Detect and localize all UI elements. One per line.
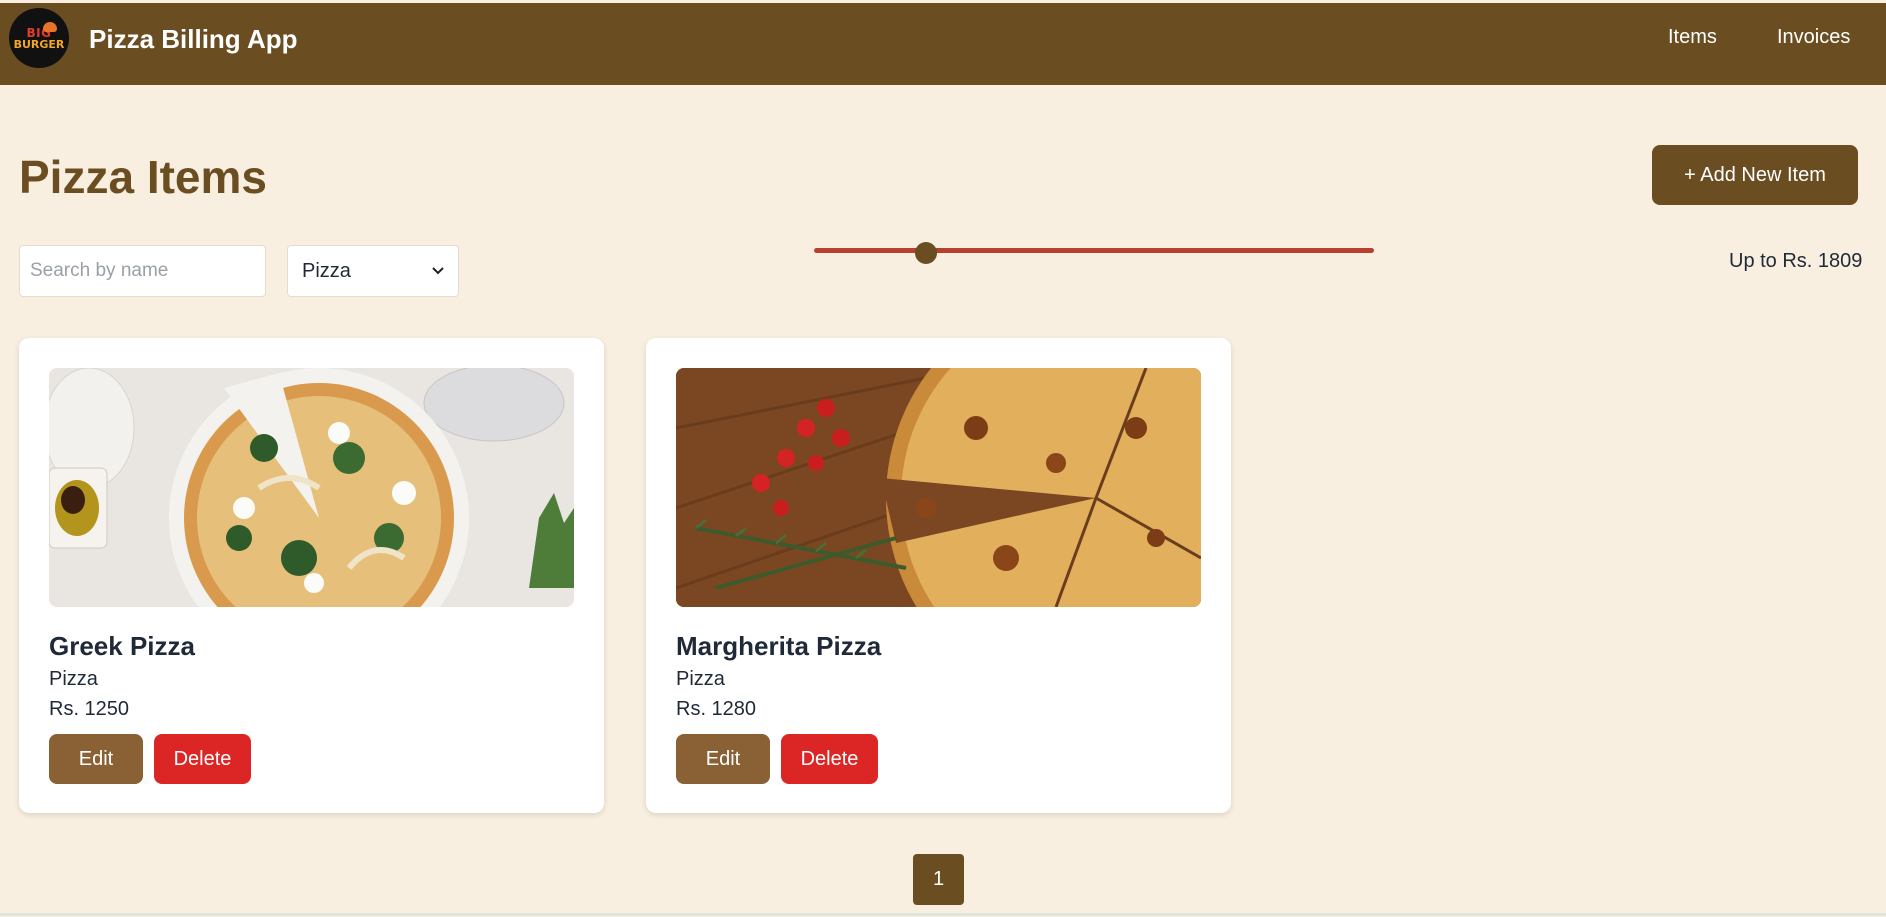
price-limit-label: Up to Rs. 1809 bbox=[1729, 250, 1863, 272]
category-select-value: Pizza bbox=[302, 259, 351, 282]
chevron-down-icon bbox=[432, 267, 444, 275]
margherita-pizza-photo bbox=[676, 368, 1201, 607]
item-category: Pizza bbox=[676, 668, 725, 690]
edit-button[interactable]: Edit bbox=[49, 734, 143, 784]
logo-text-line2: BURGER bbox=[13, 37, 65, 51]
add-new-item-button[interactable]: + Add New Item bbox=[1652, 145, 1858, 205]
big-burger-logo[interactable]: BIG BURGER bbox=[9, 8, 69, 68]
app-title: Pizza Billing App bbox=[89, 24, 298, 54]
page-title: Pizza Items bbox=[19, 151, 267, 203]
price-slider-track[interactable] bbox=[814, 248, 1374, 253]
pagination-page-button[interactable]: 1 bbox=[913, 854, 964, 905]
edit-button[interactable]: Edit bbox=[676, 734, 770, 784]
item-category: Pizza bbox=[49, 668, 98, 690]
item-image bbox=[49, 368, 574, 607]
item-card: Greek Pizza Pizza Rs. 1250 Edit Delete bbox=[19, 338, 604, 813]
category-select[interactable]: Pizza bbox=[287, 245, 459, 297]
search-input[interactable] bbox=[19, 245, 266, 297]
price-slider-thumb[interactable] bbox=[915, 242, 937, 264]
item-price: Rs. 1280 bbox=[676, 698, 757, 720]
item-image bbox=[676, 368, 1201, 607]
item-price: Rs. 1250 bbox=[49, 698, 130, 720]
greek-pizza-photo bbox=[49, 368, 574, 607]
bottom-divider bbox=[0, 913, 1886, 916]
top-navbar: BIG BURGER Pizza Billing App Items Invoi… bbox=[0, 3, 1886, 85]
delete-button[interactable]: Delete bbox=[781, 734, 878, 784]
item-name: Greek Pizza bbox=[49, 631, 195, 661]
burger-icon bbox=[43, 22, 57, 32]
item-name: Margherita Pizza bbox=[676, 631, 882, 661]
delete-button[interactable]: Delete bbox=[154, 734, 251, 784]
nav-link-invoices[interactable]: Invoices bbox=[1777, 26, 1850, 49]
nav-link-items[interactable]: Items bbox=[1668, 26, 1717, 49]
item-card: Margherita Pizza Pizza Rs. 1280 Edit Del… bbox=[646, 338, 1231, 813]
